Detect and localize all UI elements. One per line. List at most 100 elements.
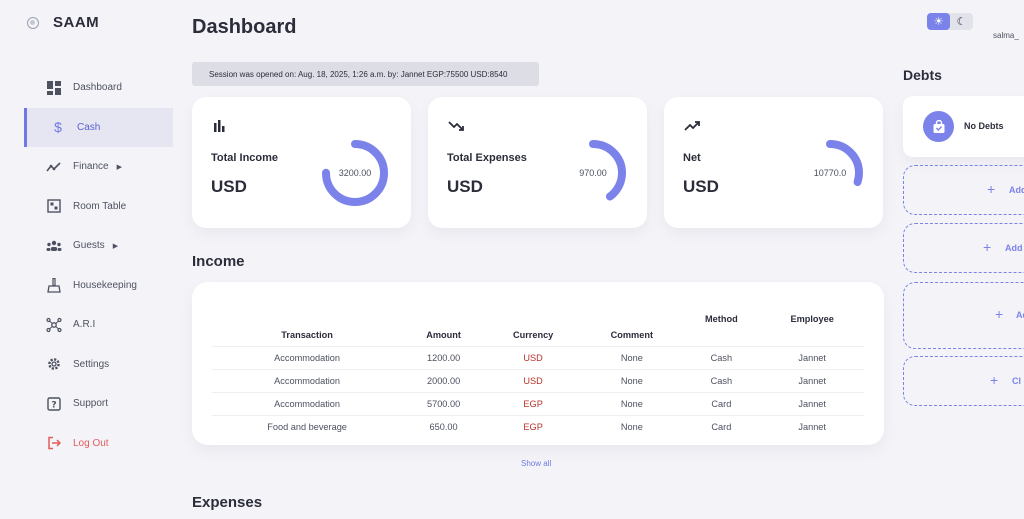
income-donut: 3200.00 <box>320 138 390 208</box>
table-row[interactable]: Accommodation 5700.00 EGP None Card Jann… <box>212 391 864 415</box>
table-cell: Jannet <box>760 391 864 415</box>
moon-icon[interactable]: ☾ <box>950 13 973 30</box>
column-header[interactable]: Transaction <box>212 307 402 346</box>
add-card[interactable]: + Add <box>903 165 1024 215</box>
sidebar-item-cash[interactable]: $ Cash <box>24 107 173 147</box>
sidebar-item-label: Cash <box>77 121 101 133</box>
add-card[interactable]: + Add <box>903 223 1024 273</box>
plus-icon: + <box>987 181 996 197</box>
sidebar-item-label: Guests <box>73 240 105 252</box>
sidebar-item-label: Settings <box>73 358 110 370</box>
stat-currency: USD <box>211 177 247 196</box>
stat-value: 3200.00 <box>338 168 372 178</box>
table-cell: None <box>581 391 683 415</box>
net-donut: 10770.0 <box>795 138 865 208</box>
sidebar-item-housekeeping[interactable]: Housekeeping <box>24 266 173 306</box>
table-row[interactable]: Accommodation 2000.00 USD None Cash Jann… <box>212 368 864 392</box>
table-cell: Accommodation <box>212 368 403 392</box>
column-header[interactable]: Method <box>682 307 760 346</box>
chart-line-icon <box>46 159 62 175</box>
sidebar-item-label: Finance <box>73 161 109 173</box>
logout-icon <box>46 435 62 451</box>
sidebar: SAAM Dashboard $ Cash Finance ▶ Room Tab… <box>0 0 180 519</box>
column-header[interactable]: Employee <box>760 307 864 346</box>
stat-label: Total Income <box>211 152 279 164</box>
sidebar-item-room-table[interactable]: Room Table <box>24 187 173 227</box>
logo-icon <box>27 16 39 29</box>
total-expenses-card: Total Expenses USD 970.00 <box>428 97 647 228</box>
theme-toggle[interactable]: ☀ ☾ <box>927 13 973 30</box>
table-cell: Card <box>682 414 761 438</box>
add-card-label: Ad <box>1016 310 1024 320</box>
sidebar-item-finance[interactable]: Finance ▶ <box>24 147 173 187</box>
username[interactable]: salma_ <box>993 31 1019 40</box>
table-cell: EGP <box>484 414 582 438</box>
add-card-label: Add <box>1005 243 1023 253</box>
sidebar-item-settings[interactable]: Settings <box>24 345 173 385</box>
dashboard-icon <box>46 80 62 96</box>
gear-icon <box>46 356 62 372</box>
table-cell: Jannet <box>760 368 864 392</box>
network-icon <box>46 317 62 333</box>
session-banner: Session was opened on: Aug. 18, 2025, 1:… <box>192 62 539 86</box>
sidebar-item-label: A.R.I <box>73 319 96 331</box>
sidebar-item-dashboard[interactable]: Dashboard <box>24 68 173 108</box>
plus-icon: + <box>995 306 1004 322</box>
table-row[interactable]: Food and beverage 650.00 EGP None Card J… <box>212 414 864 438</box>
table-cell: Jannet <box>760 345 864 369</box>
column-header[interactable]: Currency <box>485 307 581 346</box>
help-icon: ? <box>46 396 62 412</box>
column-header[interactable]: Amount <box>402 307 485 346</box>
room-icon <box>46 198 62 214</box>
table-cell: 1200.00 <box>402 345 485 369</box>
sidebar-item-label: Dashboard <box>73 82 122 94</box>
guests-icon <box>46 238 62 254</box>
table-cell: Accommodation <box>212 345 403 369</box>
caret-right-icon: ▶ <box>112 242 119 250</box>
sun-icon[interactable]: ☀ <box>927 13 950 30</box>
income-table: Transaction Amount Currency Comment Meth… <box>212 307 864 438</box>
sidebar-item-ari[interactable]: A.R.I <box>24 305 173 345</box>
brand-name: SAAM <box>53 14 100 31</box>
stat-currency: USD <box>447 177 483 196</box>
column-header[interactable]: Comment <box>581 307 682 346</box>
add-card-label: Add <box>1009 185 1024 195</box>
add-card[interactable]: + Ad <box>903 282 1024 349</box>
sidebar-item-log-out[interactable]: Log Out <box>24 424 173 464</box>
bar-chart-icon <box>212 119 226 133</box>
table-cell: Food and beverage <box>212 414 403 438</box>
table-row[interactable]: Accommodation 1200.00 USD None Cash Jann… <box>212 345 864 369</box>
debts-title: Debts <box>903 67 942 83</box>
sidebar-item-support[interactable]: ? Support <box>24 384 173 424</box>
table-cell: EGP <box>484 391 582 415</box>
add-card[interactable]: + Cl <box>903 356 1024 406</box>
sidebar-item-label: Support <box>73 398 109 410</box>
table-cell: None <box>581 368 683 392</box>
sidebar-item-guests[interactable]: Guests ▶ <box>24 226 173 266</box>
page-title: Dashboard <box>192 16 297 38</box>
bag-icon <box>923 111 954 142</box>
income-card: Transaction Amount Currency Comment Meth… <box>192 282 884 445</box>
table-cell: 650.00 <box>402 414 485 438</box>
table-cell: 5700.00 <box>402 391 485 415</box>
stat-value: 10770.0 <box>813 168 847 178</box>
caret-right-icon: ▶ <box>116 163 122 171</box>
broom-icon <box>46 277 62 293</box>
table-cell: Cash <box>682 368 761 392</box>
table-cell: 2000.00 <box>402 368 485 392</box>
table-cell: Accommodation <box>212 391 403 415</box>
add-card-label: Cl <box>1012 376 1021 386</box>
expenses-donut: 970.00 <box>558 138 628 208</box>
table-cell: USD <box>484 368 582 392</box>
income-title: Income <box>192 253 245 270</box>
no-debts-card: No Debts <box>903 96 1024 157</box>
brand[interactable]: SAAM <box>27 14 99 31</box>
stat-label: Total Expenses <box>447 152 527 164</box>
sidebar-nav: Dashboard $ Cash Finance ▶ Room Table Gu… <box>24 68 173 463</box>
table-cell: Cash <box>682 345 761 369</box>
net-card: Net USD 10770.0 <box>664 97 883 228</box>
show-all-link[interactable]: Show all <box>521 459 551 468</box>
sidebar-item-label: Housekeeping <box>73 279 137 291</box>
trending-up-icon <box>684 119 700 133</box>
expenses-title: Expenses <box>192 494 263 511</box>
